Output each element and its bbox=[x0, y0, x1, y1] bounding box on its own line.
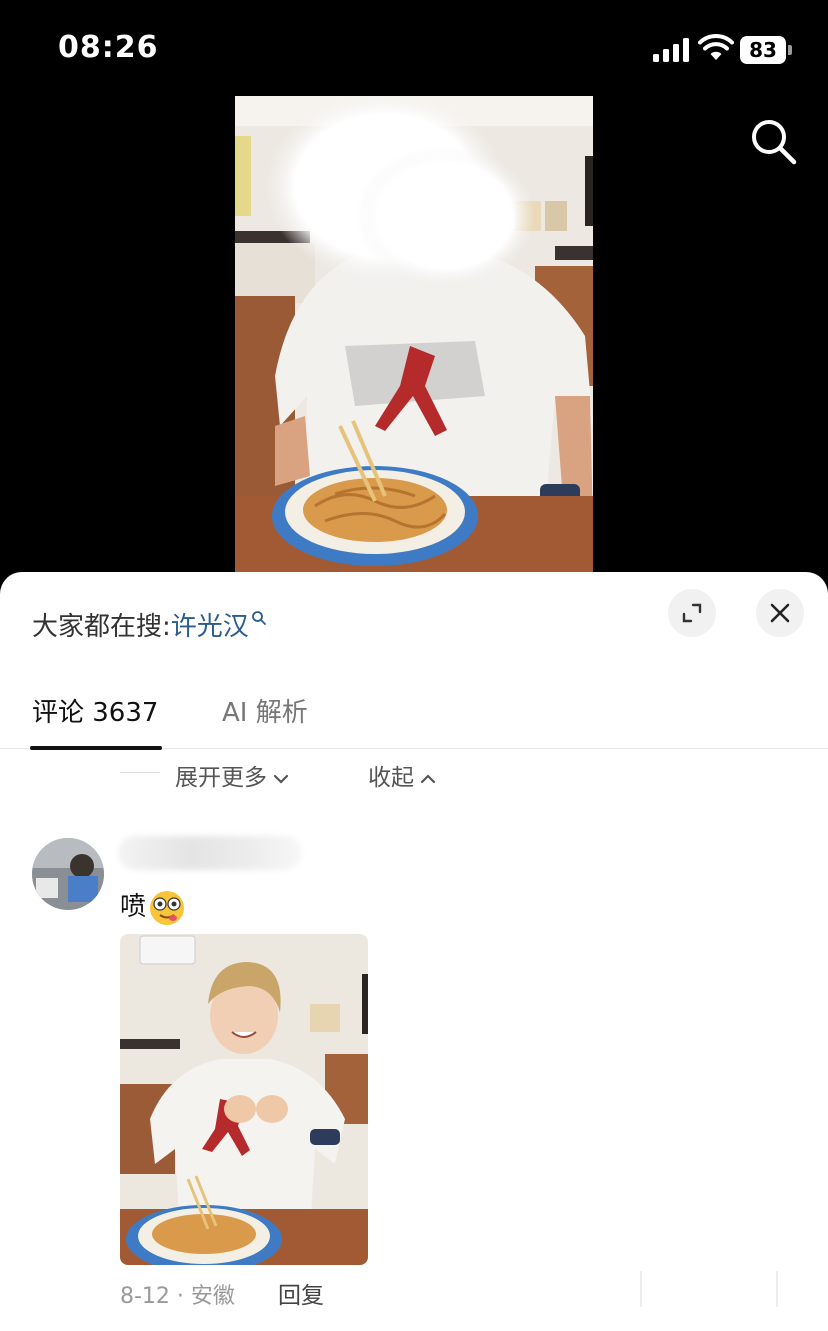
wifi-icon bbox=[698, 34, 734, 60]
comment-date-location: 8-12 · 安徽 bbox=[120, 1284, 235, 1309]
divider-line bbox=[640, 1271, 642, 1307]
collapse-button[interactable]: 收起 bbox=[368, 758, 436, 792]
tab-bar: 评论 3637 AI 解析 bbox=[0, 667, 828, 749]
emoji-icon bbox=[150, 890, 185, 925]
video-frame[interactable] bbox=[235, 96, 593, 576]
expand-icon bbox=[682, 603, 702, 623]
search-icon bbox=[251, 611, 266, 625]
divider-line bbox=[120, 772, 160, 773]
divider-line bbox=[776, 1271, 778, 1307]
status-bar: 08:26 83 bbox=[0, 0, 828, 96]
expand-button[interactable] bbox=[668, 589, 716, 637]
battery-icon: 83 bbox=[740, 36, 792, 64]
comment-image[interactable] bbox=[120, 934, 368, 1265]
chevron-down-icon bbox=[273, 774, 289, 784]
status-time: 08:26 bbox=[58, 30, 159, 65]
tab-ai-analysis[interactable]: AI 解析 bbox=[222, 692, 308, 729]
comment-body: 喷 bbox=[120, 892, 147, 922]
username-blurred[interactable] bbox=[118, 836, 302, 870]
comment-item: 喷 8-12 · 安徽 回复 bbox=[0, 836, 828, 1331]
expand-more-label: 展开更多 bbox=[175, 765, 267, 791]
hot-search[interactable]: 大家都在搜:许光汉 bbox=[32, 606, 267, 643]
hot-search-prefix: 大家都在搜: bbox=[32, 612, 171, 642]
reply-expand-row: 展开更多 收起 bbox=[0, 756, 828, 796]
comment-sheet: 大家都在搜:许光汉 评论 3637 AI 解析 展开更多 收起 喷 8-12 ·… bbox=[0, 572, 828, 1331]
search-icon[interactable] bbox=[748, 116, 798, 166]
close-button[interactable] bbox=[756, 589, 804, 637]
expand-more-button[interactable]: 展开更多 bbox=[175, 758, 289, 792]
reply-button[interactable]: 回复 bbox=[278, 1276, 324, 1310]
close-icon bbox=[770, 603, 790, 623]
hot-search-term[interactable]: 许光汉 bbox=[171, 612, 249, 642]
collapse-label: 收起 bbox=[368, 765, 414, 791]
active-tab-indicator bbox=[30, 746, 162, 750]
comment-text: 喷 bbox=[120, 886, 186, 927]
chevron-up-icon bbox=[420, 773, 436, 783]
battery-level: 83 bbox=[740, 36, 786, 64]
tab-comments[interactable]: 评论 3637 bbox=[32, 692, 158, 729]
avatar[interactable] bbox=[32, 838, 104, 910]
signal-icon bbox=[653, 38, 689, 62]
